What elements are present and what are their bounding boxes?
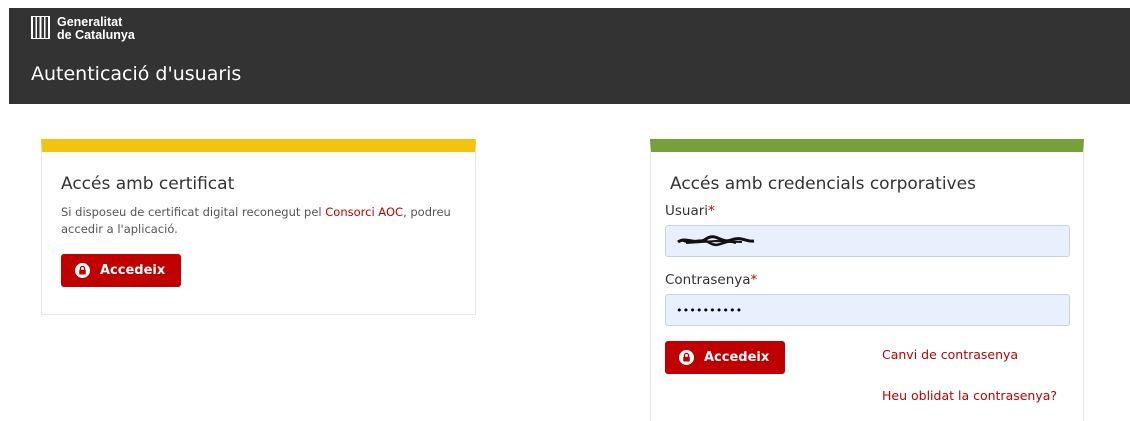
lock-icon — [75, 263, 90, 278]
username-label-text: Usuari — [665, 203, 709, 219]
certificate-login-card: Accés amb certificat Si disposeu de cert… — [41, 139, 476, 315]
lock-icon — [679, 350, 694, 365]
description-text-before: Si disposeu de certificat digital recone… — [61, 205, 326, 219]
password-input[interactable]: •••••••••• — [665, 294, 1070, 326]
page-title: Autenticació d'usuaris — [31, 63, 242, 85]
logo-text: Generalitat de Catalunya — [57, 16, 135, 42]
generalitat-logo-icon — [31, 16, 50, 39]
password-label: Contrasenya* — [665, 272, 757, 288]
certificate-card-title: Accés amb certificat — [61, 174, 235, 194]
top-header: Generalitat de Catalunya Autenticació d'… — [9, 8, 1130, 104]
forgot-password-link[interactable]: Heu oblidat la contrasenya? — [882, 388, 1057, 403]
credentials-card-title: Accés amb credencials corporatives — [670, 174, 976, 194]
username-label: Usuari* — [665, 203, 715, 219]
generalitat-logo[interactable]: Generalitat de Catalunya — [31, 16, 135, 42]
credentials-login-card: Accés amb credencials corporatives Usuar… — [650, 139, 1084, 421]
consorci-aoc-link[interactable]: Consorci AOC — [325, 205, 403, 219]
change-password-link[interactable]: Canvi de contrasenya — [882, 347, 1018, 362]
certificate-card-description: Si disposeu de certificat digital recone… — [61, 204, 451, 238]
username-input[interactable] — [665, 225, 1070, 257]
required-marker: * — [708, 203, 715, 219]
credentials-login-button-label: Accedeix — [704, 350, 770, 365]
required-marker: * — [750, 272, 758, 288]
certificate-login-button[interactable]: Accedeix — [61, 254, 181, 287]
password-label-text: Contrasenya — [665, 272, 751, 288]
logo-line-2: de Catalunya — [57, 28, 135, 42]
certificate-login-button-label: Accedeix — [100, 263, 166, 278]
credentials-login-button[interactable]: Accedeix — [665, 341, 785, 374]
redacted-username-scribble — [677, 235, 755, 247]
